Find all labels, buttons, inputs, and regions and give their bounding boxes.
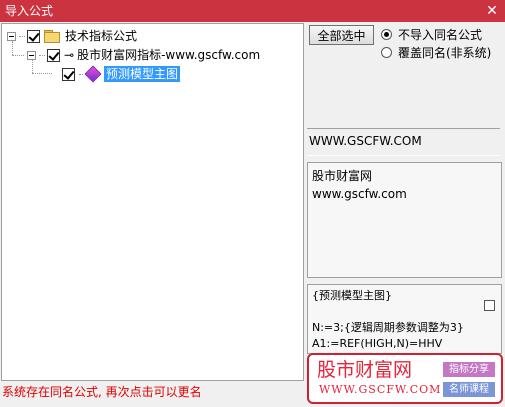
code-checkbox[interactable] bbox=[484, 300, 495, 311]
tree-node-label: 股市财富网指标-www.gscfw.com bbox=[77, 48, 261, 62]
formula-tree[interactable]: 技术指标公式 ⊸ 股市财富网指标-www.gscfw.com 预测模型主图 bbox=[1, 23, 304, 381]
code-line: A1:=REF(HIGH,N)=HHV bbox=[312, 337, 443, 350]
group-checkbox[interactable] bbox=[47, 48, 60, 62]
formula-code-box[interactable]: {预测模型主图} N:=3;{逻辑周期参数调整为3} A1:=REF(HIGH,… bbox=[307, 284, 502, 354]
close-icon[interactable]: ✕ bbox=[483, 2, 501, 20]
select-all-button[interactable]: 全部选中 bbox=[309, 25, 374, 45]
radio-overwrite[interactable]: 覆盖同名(非系统) bbox=[381, 44, 491, 61]
window-title: 导入公式 bbox=[5, 4, 54, 18]
radio-button[interactable] bbox=[381, 47, 392, 58]
website-label: WWW.GSCFW.COM bbox=[307, 128, 500, 156]
info-line: 股市财富网 bbox=[312, 169, 373, 183]
logo-tag: 指标分享 bbox=[443, 362, 495, 377]
collapse-icon[interactable] bbox=[7, 31, 16, 41]
formula-info-box: 股市财富网 www.gscfw.com bbox=[307, 162, 502, 278]
info-line: www.gscfw.com bbox=[312, 187, 407, 201]
logo-tag: 名师课程 bbox=[443, 382, 495, 397]
root-checkbox[interactable] bbox=[27, 29, 40, 43]
folder-icon bbox=[44, 30, 60, 43]
watermark-logo: 股市财富网 WWW.GSCFW.COM 指标分享 名师课程 bbox=[307, 353, 503, 404]
formula-icon bbox=[84, 65, 102, 83]
collapse-icon[interactable] bbox=[27, 50, 36, 60]
tree-dots bbox=[39, 54, 45, 56]
import-formula-dialog: 导入公式 ✕ 技术指标公式 ⊸ 股市财富网指标-www.gscfw.com 预测… bbox=[0, 0, 505, 407]
code-line: N:=3;{逻辑周期参数调整为3} bbox=[312, 321, 464, 334]
tree-connector bbox=[32, 73, 52, 74]
key-icon: ⊸ bbox=[64, 48, 74, 62]
radio-button-checked[interactable] bbox=[381, 29, 392, 40]
code-line: {预测模型主图} bbox=[312, 289, 392, 302]
tree-dots bbox=[19, 35, 25, 37]
logo-url: WWW.GSCFW.COM bbox=[319, 383, 442, 396]
radio-label: 覆盖同名(非系统) bbox=[398, 46, 492, 60]
tree-connector bbox=[12, 55, 24, 56]
tree-node-group[interactable]: ⊸ 股市财富网指标-www.gscfw.com bbox=[27, 46, 260, 64]
tree-node-formula[interactable]: 预测模型主图 bbox=[62, 65, 181, 83]
title-bar[interactable]: 导入公式 ✕ bbox=[0, 0, 505, 22]
logo-name: 股市财富网 bbox=[317, 359, 413, 381]
tree-dots bbox=[79, 73, 83, 75]
radio-no-import[interactable]: 不导入同名公式 bbox=[381, 26, 482, 43]
tree-node-label-selected: 预测模型主图 bbox=[104, 66, 181, 82]
tree-node-root[interactable]: 技术指标公式 bbox=[7, 27, 137, 45]
tree-node-label: 技术指标公式 bbox=[65, 29, 138, 43]
formula-checkbox[interactable] bbox=[62, 67, 75, 81]
status-message: 系统存在同名公式, 再次点击可以更名 bbox=[2, 385, 202, 399]
radio-label: 不导入同名公式 bbox=[398, 28, 483, 42]
